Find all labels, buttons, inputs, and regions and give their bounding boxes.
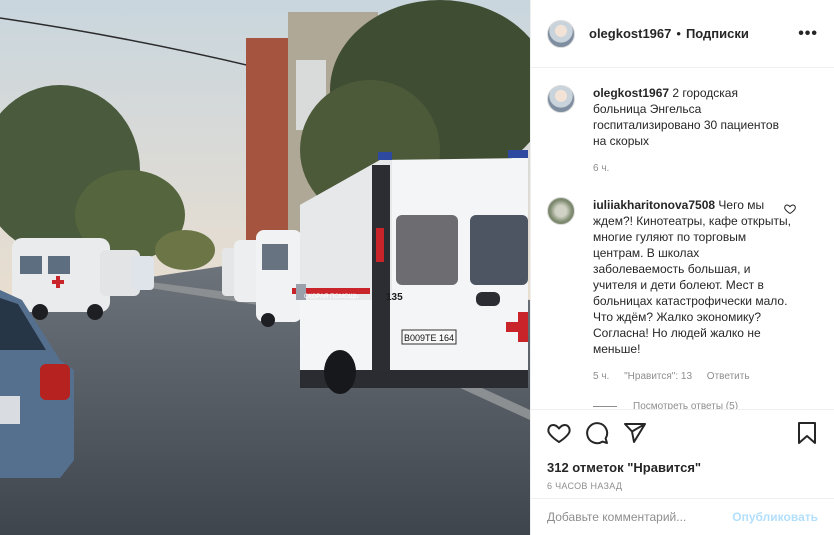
post-actions: 312 отметок "Нравится" 6 ЧАСОВ НАЗАД xyxy=(531,409,834,491)
ambulance-number: 135 xyxy=(386,292,403,303)
ambulances-photo: 135 В009ТЕ 164 СКОРАЯ ПОМОЩЬ xyxy=(0,0,530,535)
bookmark-icon[interactable] xyxy=(796,421,818,445)
post-time[interactable]: 6 ЧАСОВ НАЗАД xyxy=(547,481,818,491)
comment-text: Чего мы ждем?! Кинотеатры, кафе открыты,… xyxy=(593,198,791,356)
publish-button[interactable]: Опубликовать xyxy=(732,510,818,524)
comment-age[interactable]: 5 ч. xyxy=(593,371,609,382)
author-username[interactable]: olegkost1967 xyxy=(589,26,671,41)
comment-meta: 5 ч. "Нравится": 13 Ответить xyxy=(593,369,793,385)
comment-input[interactable]: Добавьте комментарий... xyxy=(547,510,686,524)
share-icon[interactable] xyxy=(623,421,647,445)
caption-author-avatar[interactable] xyxy=(547,85,575,113)
caption-age[interactable]: 6 ч. xyxy=(593,163,609,174)
reply-button[interactable]: Ответить xyxy=(707,371,750,382)
comment-author[interactable]: iuliiakharitonova7508 xyxy=(593,198,715,212)
comment-heart-icon[interactable] xyxy=(784,203,796,215)
view-replies-label: Посмотреть ответы (5) xyxy=(633,401,739,409)
more-options-icon[interactable]: ••• xyxy=(798,25,818,43)
replies-divider xyxy=(593,406,617,407)
comments-list[interactable]: olegkost1967 2 городская больница Энгель… xyxy=(531,69,834,409)
header-separator: • xyxy=(676,26,681,41)
comment-composer: Добавьте комментарий... Опубликовать xyxy=(531,498,834,535)
author-avatar[interactable] xyxy=(547,19,575,48)
post-photo[interactable]: 135 В009ТЕ 164 СКОРАЯ ПОМОЩЬ xyxy=(0,0,530,535)
caption-meta: 6 ч. xyxy=(593,161,793,177)
post-caption: olegkost1967 2 городская больница Энгель… xyxy=(547,85,818,177)
commenter-avatar[interactable] xyxy=(547,197,575,225)
license-plate: В009ТЕ 164 xyxy=(404,333,454,343)
comment-item: iuliiakharitonova7508 Чего мы ждем?! Кин… xyxy=(547,197,818,385)
caption-author[interactable]: olegkost1967 xyxy=(593,86,669,100)
comment-icon[interactable] xyxy=(585,421,609,445)
likes-count[interactable]: 312 отметок "Нравится" xyxy=(547,460,818,475)
ambulance-side-text: СКОРАЯ ПОМОЩЬ xyxy=(304,294,358,300)
heart-icon[interactable] xyxy=(547,421,571,445)
post-side-panel: olegkost1967 • Подписки ••• olegkost1967… xyxy=(530,0,834,535)
post-header: olegkost1967 • Подписки ••• xyxy=(531,0,834,68)
view-replies-button[interactable]: Посмотреть ответы (5) xyxy=(593,401,818,409)
comment-likes[interactable]: "Нравится": 13 xyxy=(624,371,692,382)
following-button[interactable]: Подписки xyxy=(686,26,749,41)
